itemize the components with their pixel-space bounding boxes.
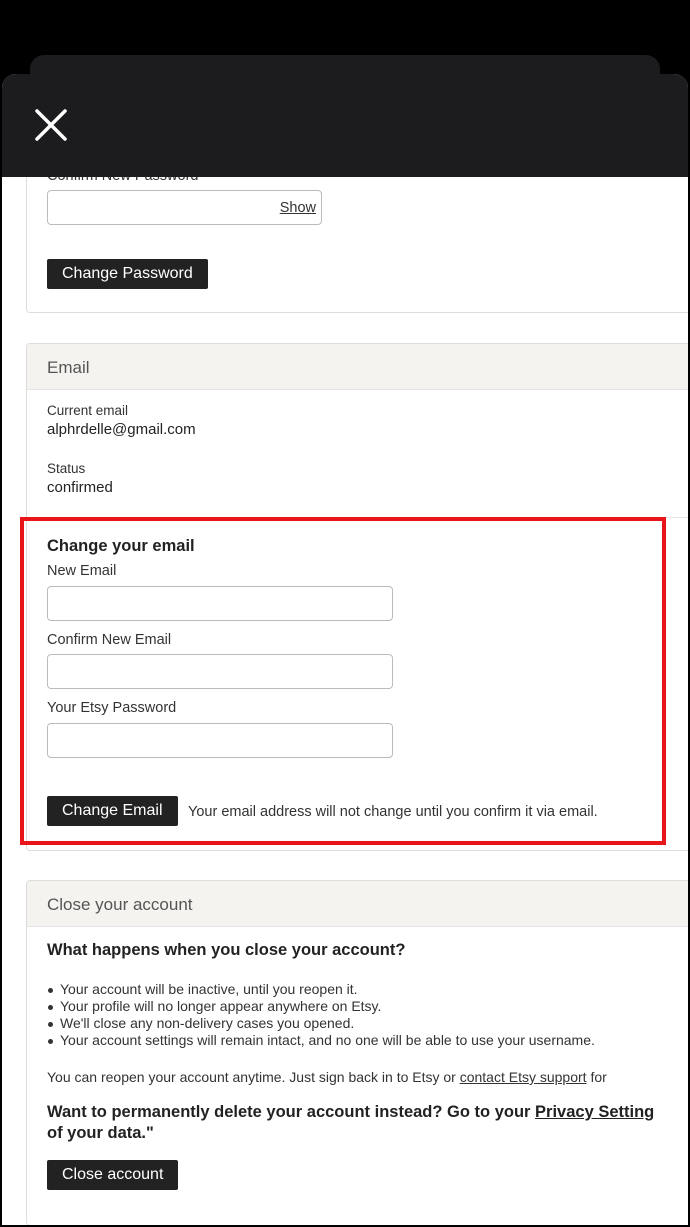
- status-label: Status: [47, 461, 86, 476]
- current-email-value: alphrdelle@gmail.com: [47, 421, 196, 438]
- email-panel-title: Email: [27, 344, 688, 390]
- list-item: Your account will be inactive, until you…: [47, 981, 595, 998]
- current-email-label: Current email: [47, 403, 129, 418]
- close-account-title: Close your account: [27, 881, 688, 927]
- settings-sheet: Confirm New Password Show Change Passwor…: [2, 74, 688, 1225]
- close-consequences-list: Your account will be inactive, until you…: [47, 981, 595, 1049]
- list-item: Your profile will no longer appear anywh…: [47, 998, 595, 1015]
- highlight-box: [20, 517, 666, 845]
- change-password-button[interactable]: Change Password: [47, 259, 208, 289]
- close-icon[interactable]: [34, 108, 68, 142]
- list-item: Your account settings will remain intact…: [47, 1032, 595, 1049]
- confirm-password-input[interactable]: Show: [47, 190, 322, 225]
- close-account-button[interactable]: Close account: [47, 1160, 179, 1190]
- list-item: We'll close any non-delivery cases you o…: [47, 1015, 595, 1032]
- delete-text: Want to permanently delete your account …: [47, 1103, 655, 1121]
- show-password-link[interactable]: Show: [280, 200, 316, 216]
- close-question: What happens when you close your account…: [47, 941, 406, 959]
- delete-text-line2: of your data.": [47, 1124, 154, 1142]
- sheet-header: [2, 74, 688, 177]
- contact-support-link[interactable]: contact Etsy support: [460, 1069, 587, 1085]
- status-value: confirmed: [47, 479, 113, 496]
- privacy-settings-link[interactable]: Privacy Setting: [535, 1103, 654, 1121]
- reopen-text: You can reopen your account anytime. Jus…: [47, 1069, 607, 1085]
